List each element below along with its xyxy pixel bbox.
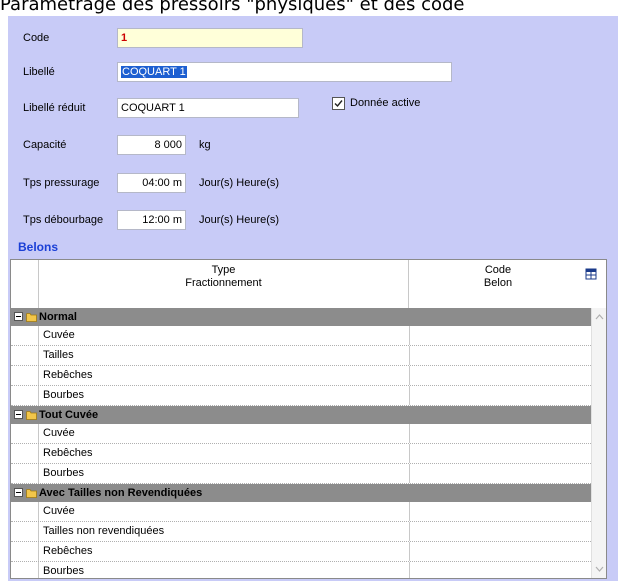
row-type-cell: Rebêches	[43, 447, 93, 459]
column-header-code-line2: Belon	[483, 277, 513, 289]
table-row[interactable]: Cuvée	[11, 502, 591, 522]
group-row[interactable]: Avec Tailles non Revendiquées	[11, 484, 591, 502]
table-row[interactable]: Bourbes	[11, 562, 591, 578]
page-heading: Paramétrage des pressoirs "physiques" et…	[0, 0, 465, 15]
row-code-cell[interactable]	[409, 424, 410, 443]
row-type-cell: Bourbes	[43, 565, 84, 577]
grid-header: Type Fractionnement Code Belon	[11, 260, 606, 309]
folder-icon	[26, 411, 37, 420]
libelle-value: COQUART 1	[121, 66, 187, 78]
belons-grid: Type Fractionnement Code Belon Normal Cuv…	[10, 259, 607, 579]
vertical-scrollbar[interactable]	[591, 308, 606, 578]
row-indicator-cell	[11, 542, 39, 561]
column-header-type[interactable]: Type Fractionnement	[39, 260, 409, 308]
row-code-cell[interactable]	[409, 464, 410, 483]
folder-icon	[26, 313, 37, 322]
row-type-cell: Rebêches	[43, 545, 93, 557]
group-row[interactable]: Normal	[11, 308, 591, 326]
tps-debourbage-field[interactable]: 12:00 m	[117, 210, 186, 230]
table-row[interactable]: Bourbes	[11, 464, 591, 484]
row-type-cell: Cuvée	[43, 505, 75, 517]
grid-body: Normal Cuvée Tailles Rebêches Bourbes Tout Cu…	[11, 308, 591, 578]
column-header-type-line2: Fractionnement	[185, 277, 262, 289]
tps-pressurage-label: Tps pressurage	[23, 177, 100, 189]
table-row[interactable]: Rebêches	[11, 366, 591, 386]
tps-debourbage-unit: Jour(s) Heure(s)	[199, 214, 280, 226]
group-label: Normal	[39, 311, 77, 323]
table-row[interactable]: Rebêches	[11, 542, 591, 562]
table-row[interactable]: Tailles	[11, 346, 591, 366]
libelle-reduit-field[interactable]: COQUART 1	[117, 98, 299, 118]
table-row[interactable]: Cuvée	[11, 424, 591, 444]
row-indicator-cell	[11, 346, 39, 365]
group-label: Avec Tailles non Revendiquées	[39, 487, 203, 499]
code-label: Code	[23, 32, 50, 44]
form-panel: Code 1 Libellé COQUART 1 Libellé réduit …	[8, 16, 618, 581]
row-type-cell: Cuvée	[43, 427, 75, 439]
collapse-minus-icon[interactable]	[14, 410, 23, 419]
code-field[interactable]: 1	[117, 28, 303, 48]
capacite-label: Capacité	[23, 139, 67, 151]
row-code-cell[interactable]	[409, 326, 410, 345]
row-code-cell[interactable]	[409, 542, 410, 561]
collapse-minus-icon[interactable]	[14, 488, 23, 497]
chevron-down-icon[interactable]	[594, 564, 605, 574]
row-type-cell: Tailles	[43, 349, 74, 361]
row-indicator-cell	[11, 444, 39, 463]
donnee-active-checkbox[interactable]	[332, 97, 345, 110]
row-code-cell[interactable]	[409, 522, 410, 541]
row-code-cell[interactable]	[409, 444, 410, 463]
row-indicator-cell	[11, 424, 39, 443]
table-row[interactable]: Cuvée	[11, 326, 591, 346]
row-code-cell[interactable]	[409, 366, 410, 385]
libelle-field[interactable]: COQUART 1	[117, 62, 452, 82]
row-code-cell[interactable]	[409, 502, 410, 521]
belons-section-title: Belons	[18, 240, 59, 254]
header-corner	[11, 260, 39, 308]
tps-pressurage-field[interactable]: 04:00 m	[117, 173, 186, 193]
column-header-type-line1: Type	[211, 264, 236, 276]
row-indicator-cell	[11, 386, 39, 405]
libelle-label: Libellé	[23, 66, 55, 78]
tps-debourbage-label: Tps débourbage	[23, 214, 104, 226]
chevron-up-icon[interactable]	[594, 312, 605, 322]
libelle-reduit-label: Libellé réduit	[23, 102, 86, 114]
tps-pressurage-unit: Jour(s) Heure(s)	[199, 177, 280, 189]
table-row[interactable]: Rebêches	[11, 444, 591, 464]
checkmark-icon	[334, 100, 343, 108]
capacite-unit: kg	[199, 139, 211, 151]
column-header-code[interactable]: Code Belon	[409, 260, 587, 308]
row-type-cell: Rebêches	[43, 369, 93, 381]
row-type-cell: Bourbes	[43, 389, 84, 401]
table-options-icon[interactable]	[585, 268, 597, 280]
group-label: Tout Cuvée	[39, 409, 99, 421]
row-code-cell[interactable]	[409, 346, 410, 365]
row-indicator-cell	[11, 366, 39, 385]
row-indicator-cell	[11, 502, 39, 521]
row-indicator-cell	[11, 326, 39, 345]
row-indicator-cell	[11, 522, 39, 541]
collapse-minus-icon[interactable]	[14, 312, 23, 321]
row-type-cell: Tailles non revendiquées	[43, 525, 165, 537]
column-header-code-line1: Code	[484, 264, 512, 276]
table-row[interactable]: Tailles non revendiquées	[11, 522, 591, 542]
row-type-cell: Bourbes	[43, 467, 84, 479]
row-indicator-cell	[11, 562, 39, 578]
row-code-cell[interactable]	[409, 562, 410, 578]
row-indicator-cell	[11, 464, 39, 483]
row-code-cell[interactable]	[409, 386, 410, 405]
capacite-field[interactable]: 8 000	[117, 135, 186, 155]
table-row[interactable]: Bourbes	[11, 386, 591, 406]
donnee-active-label: Donnée active	[350, 97, 421, 109]
group-row[interactable]: Tout Cuvée	[11, 406, 591, 424]
row-type-cell: Cuvée	[43, 329, 75, 341]
folder-icon	[26, 489, 37, 498]
